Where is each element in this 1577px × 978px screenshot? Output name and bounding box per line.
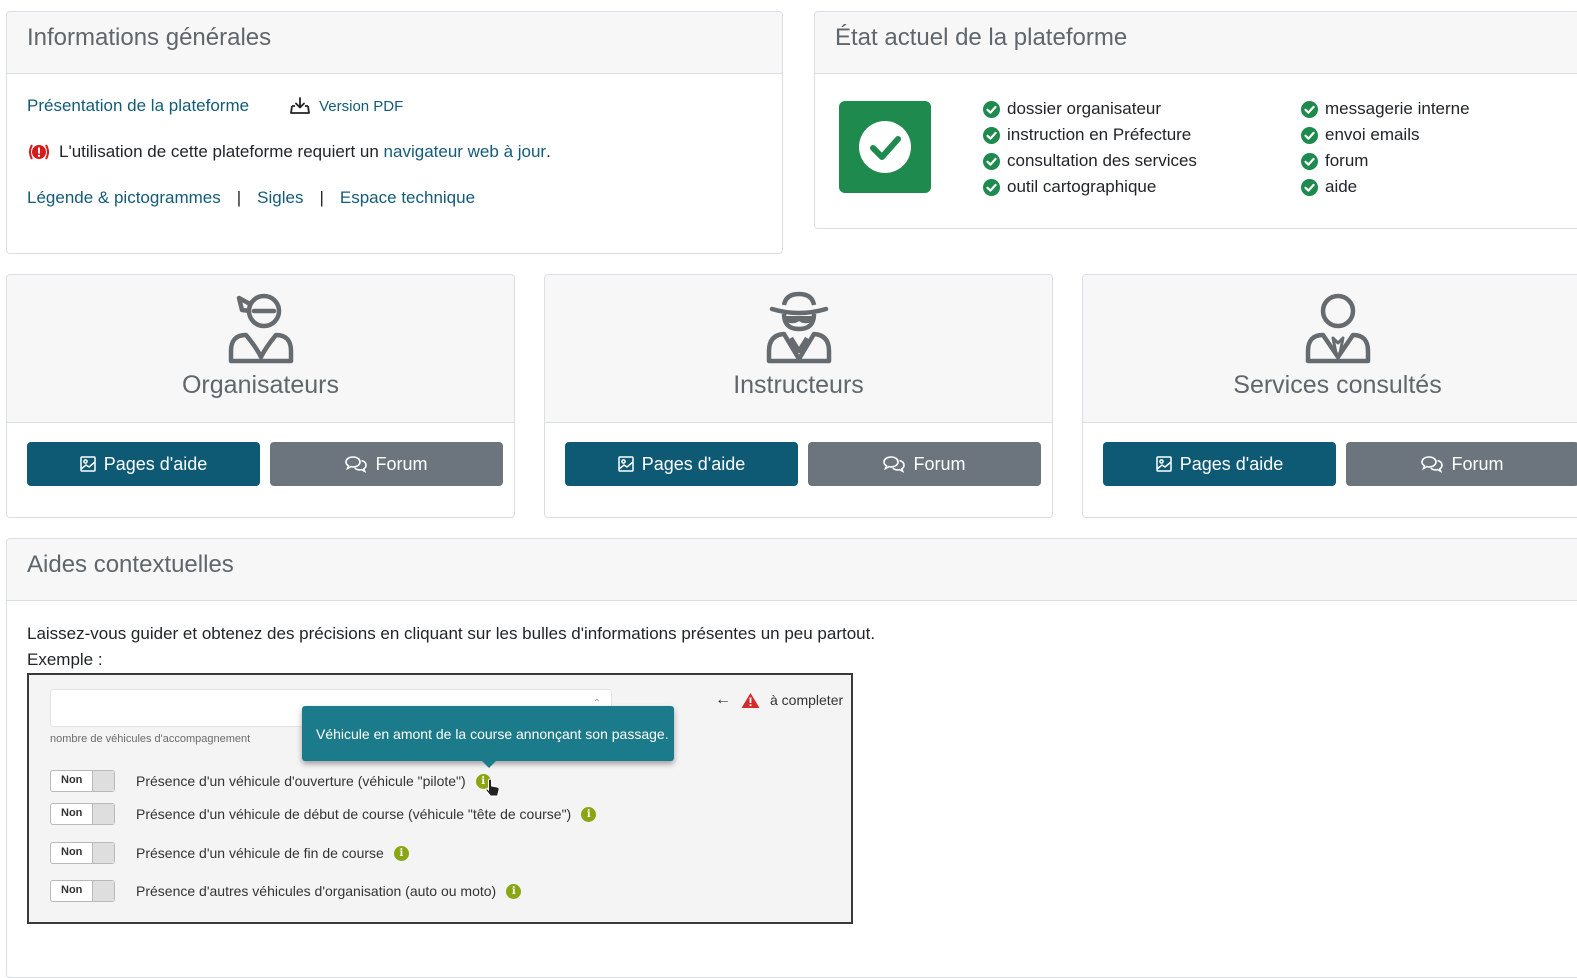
status-item: dossier organisateur: [983, 96, 1197, 122]
role-header: Organisateurs: [7, 275, 514, 423]
check-circle-icon: [1301, 126, 1318, 144]
status-item: forum: [1301, 148, 1470, 174]
pdf-link[interactable]: Version PDF: [319, 98, 403, 115]
toggle-label: Présence d'un véhicule de fin de course: [136, 845, 384, 861]
toggle-switch[interactable]: Non: [50, 770, 115, 792]
status-item: consultation des services: [983, 148, 1197, 174]
role-title: Instructeurs: [733, 371, 864, 399]
example-input-caption: nombre de véhicules d'accompagnement: [50, 733, 251, 745]
check-circle-icon: [983, 100, 1000, 118]
warning-triangle-icon: [741, 692, 760, 708]
role-header: Instructeurs: [545, 275, 1052, 423]
toggle-label: Présence d'autres véhicules d'organisati…: [136, 883, 497, 899]
tie-user-icon: [1305, 293, 1370, 364]
legend-text: à completer: [770, 692, 844, 708]
contextual-help-title: Aides contextuelles: [7, 539, 1577, 601]
check-circle-icon: [983, 178, 1000, 196]
comments-icon: [883, 456, 906, 473]
example-toggle-row: Non Présence d'un véhicule de fin de cou…: [50, 842, 409, 864]
platform-status-card: État actuel de la plateforme dossier org…: [814, 11, 1577, 229]
hand-pointer-icon: [485, 778, 500, 797]
example-legend: ← à completer: [715, 691, 843, 709]
image-icon: [79, 456, 96, 472]
info-tooltip: Véhicule en amont de la course annonçant…: [302, 706, 674, 768]
contextual-help-intro: Laissez-vous guider et obtenez des préci…: [27, 624, 876, 643]
presentation-link[interactable]: Présentation de la plateforme: [27, 96, 249, 116]
check-circle-icon: [983, 152, 1000, 170]
example-toggle-row: Non Présence d'un véhicule de début de c…: [50, 803, 597, 825]
toggle-label: Présence d'un véhicule d'ouverture (véhi…: [136, 773, 466, 789]
example-toggle-row: Non Présence d'autres véhicules d'organi…: [50, 880, 522, 902]
image-icon: [617, 456, 634, 472]
check-circle-icon: [1301, 178, 1318, 196]
check-circle-icon: [983, 126, 1000, 144]
role-card-organisateurs: Organisateurs Pages d'aide Forum: [6, 274, 515, 518]
browser-requirement: L'utilisation de cette plateforme requie…: [27, 142, 551, 162]
presentation-row: Présentation de la plateforme Version PD…: [27, 96, 403, 116]
browser-link[interactable]: navigateur web à jour: [384, 142, 547, 162]
legend-link[interactable]: Légende & pictogrammes: [27, 188, 221, 208]
acronyms-link[interactable]: Sigles: [257, 188, 303, 208]
role-title: Organisateurs: [181, 371, 340, 399]
role-card-instructeurs: Instructeurs Pages d'aide Forum: [544, 274, 1053, 518]
status-ok-badge: [839, 101, 931, 193]
info-icon[interactable]: i: [506, 883, 522, 899]
bandana-user-icon: [228, 293, 293, 364]
help-pages-button[interactable]: Pages d'aide: [1103, 442, 1336, 486]
status-list-2: messagerie interne envoi emails forum ai…: [1301, 96, 1470, 200]
role-card-services: Services consultés Pages d'aide Forum: [1082, 274, 1577, 518]
image-icon: [1155, 456, 1172, 472]
status-item: messagerie interne: [1301, 96, 1470, 122]
download-icon: [290, 97, 310, 114]
role-header: Services consultés: [1083, 275, 1577, 423]
forum-button[interactable]: Forum: [270, 442, 503, 486]
status-item: instruction en Préfecture: [983, 122, 1197, 148]
toggle-label: Présence d'un véhicule de début de cours…: [136, 806, 572, 822]
browser-text-after: .: [546, 142, 551, 161]
check-circle-icon: [859, 121, 911, 173]
check-circle-icon: [1301, 152, 1318, 170]
contextual-help-card: Aides contextuelles Laissez-vous guider …: [6, 538, 1577, 978]
help-pages-button[interactable]: Pages d'aide: [27, 442, 260, 486]
role-title: Services consultés: [1233, 371, 1442, 399]
forum-button[interactable]: Forum: [1346, 442, 1577, 486]
toggle-switch[interactable]: Non: [50, 842, 115, 864]
toggle-switch[interactable]: Non: [50, 803, 115, 825]
link-separator: |: [236, 188, 242, 207]
example-label: Exemple :: [27, 650, 103, 669]
toggle-switch[interactable]: Non: [50, 880, 115, 902]
platform-status-title: État actuel de la plateforme: [815, 12, 1577, 74]
link-separator: |: [319, 188, 324, 207]
example-screenshot: ⌃ nombre de véhicules d'accompagnement ←…: [27, 673, 853, 924]
alert-circle-icon: [29, 144, 49, 160]
status-list-1: dossier organisateur instruction en Préf…: [983, 96, 1197, 200]
detective-user-icon: [766, 291, 831, 364]
check-circle-icon: [1301, 100, 1318, 118]
pdf-download[interactable]: Version PDF: [289, 96, 403, 116]
comments-icon: [1421, 456, 1444, 473]
example-toggle-row: Non Présence d'un véhicule d'ouverture (…: [50, 764, 501, 798]
comments-icon: [345, 456, 368, 473]
forum-button[interactable]: Forum: [808, 442, 1041, 486]
help-pages-button[interactable]: Pages d'aide: [565, 442, 798, 486]
quick-links: Légende & pictogrammes | Sigles | Espace…: [27, 188, 475, 208]
arrow-left-icon: ←: [715, 691, 731, 708]
info-icon[interactable]: i: [393, 845, 409, 861]
status-item: aide: [1301, 174, 1470, 200]
status-item: outil cartographique: [983, 174, 1197, 200]
browser-text-before: L'utilisation de cette plateforme requie…: [59, 142, 384, 161]
tech-space-link[interactable]: Espace technique: [340, 188, 475, 208]
status-item: envoi emails: [1301, 122, 1470, 148]
info-icon[interactable]: i: [581, 806, 597, 822]
general-info-title: Informations générales: [7, 12, 782, 74]
general-info-card: Informations générales Présentation de l…: [6, 11, 783, 254]
